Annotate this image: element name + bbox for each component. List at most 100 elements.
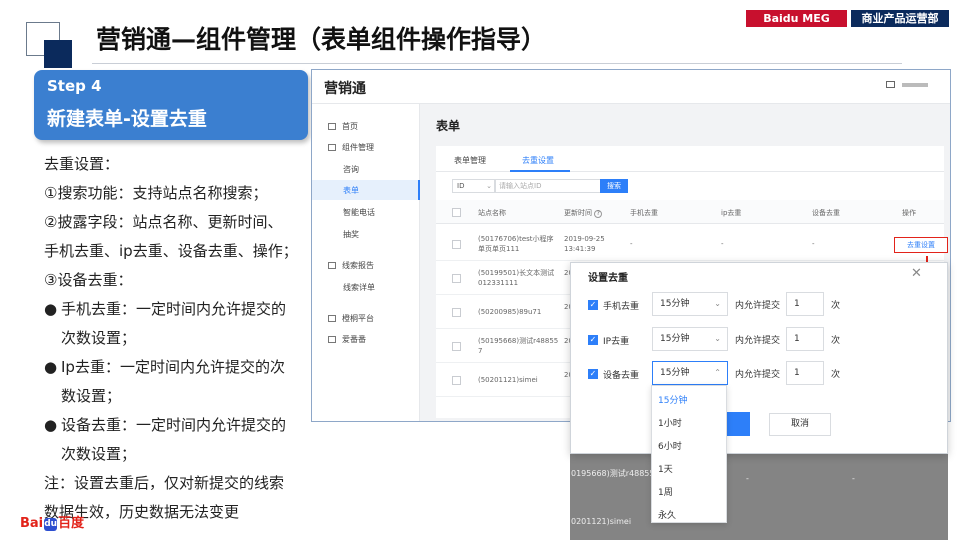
page-title: 表单 <box>436 119 461 133</box>
sidebar-label: 首页 <box>342 122 358 131</box>
phone-dedup-checkbox[interactable]: ✓ <box>588 300 598 310</box>
row-checkbox[interactable] <box>452 240 461 249</box>
sidebar-item-lead-detail[interactable]: 线索详单 <box>343 281 375 295</box>
bullet-text: 手机去重：一定时间内允许提交的 <box>61 300 287 318</box>
filter-select[interactable]: ID ⌄ <box>452 179 496 193</box>
allow-text: 内允许提交 <box>735 301 781 311</box>
dedup-setting-link[interactable]: 去重设置 <box>894 237 948 253</box>
dropdown-option[interactable]: 1天 <box>658 462 673 475</box>
allow-text: 内允许提交 <box>735 370 781 380</box>
tab-active-underline <box>510 170 570 172</box>
device-count-input[interactable]: 1 <box>786 361 824 385</box>
chevron-down-icon: ⌄ <box>714 299 721 308</box>
ip-count-input[interactable]: 1 <box>786 327 824 351</box>
mail-icon[interactable] <box>886 81 895 88</box>
cell-site-name: (50195668)测试r48855 <box>478 337 559 345</box>
logo-text: Bai <box>20 516 44 531</box>
phone-count-input[interactable]: 1 <box>786 292 824 316</box>
sidebar-item-home[interactable]: 首页 <box>328 120 358 134</box>
row-checkbox[interactable] <box>452 308 461 317</box>
dropdown-option[interactable]: 1周 <box>658 485 673 498</box>
sidebar-item-aifanfan[interactable]: 爱番番 <box>328 333 366 347</box>
cancel-button[interactable]: 取消 <box>769 413 831 436</box>
desc-note: 数据生效，历史数据无法变更 <box>44 503 240 521</box>
strip-cell: 0195668)测试r48855 <box>571 469 655 478</box>
sidebar-item-lead-report[interactable]: 线索报告 <box>328 259 374 273</box>
sidebar-item-smart-phone[interactable]: 智能电话 <box>343 206 375 220</box>
chevron-up-icon: ⌃ <box>714 368 721 377</box>
ip-dedup-label: IP去重 <box>603 337 630 347</box>
sidebar-label: 组件管理 <box>342 143 374 152</box>
dialog-title: 设置去重 <box>588 273 628 284</box>
sidebar-active-indicator <box>312 180 420 200</box>
ip-interval-select[interactable]: 15分钟 ⌄ <box>652 327 728 351</box>
desc-line: ①搜索功能：支持站点名称搜索； <box>44 184 268 202</box>
dropdown-option[interactable]: 6小时 <box>658 439 682 452</box>
user-menu[interactable] <box>902 83 928 87</box>
tab-dedup[interactable]: 去重设置 <box>522 155 554 166</box>
cell-update-time: 2019-09-25 <box>564 235 605 243</box>
dropdown-option[interactable]: 1小时 <box>658 416 682 429</box>
home-icon <box>328 123 336 130</box>
bullet-dot-icon: ● <box>44 358 58 376</box>
tab-form-mgmt[interactable]: 表单管理 <box>454 155 486 166</box>
row-checkbox[interactable] <box>452 376 461 385</box>
cell-site-name: (50200985)89u71 <box>478 308 542 316</box>
step-number: Step 4 <box>47 77 102 95</box>
baidu-meg-tag: Baidu MEG <box>746 10 847 27</box>
interval-dropdown: 15分钟 1小时 6小时 1天 1周 永久 <box>651 385 727 523</box>
sidebar-item-component-mgmt[interactable]: 组件管理 <box>328 141 374 155</box>
phone-dedup-label: 手机去重 <box>603 302 640 312</box>
logo-text-cn: 百度 <box>58 516 85 531</box>
select-value: 15分钟 <box>660 368 690 378</box>
strip-cell: 0201121)simei <box>571 517 632 526</box>
bullet-dot-icon: ● <box>44 300 58 318</box>
strip-cell: - <box>852 474 855 483</box>
baidu-logo: Baidu百度 <box>20 512 84 531</box>
desc-bullet: ● 设备去重：一定时间内允许提交的 <box>44 411 314 440</box>
bullet-text: 设备去重：一定时间内允许提交的 <box>61 416 287 434</box>
cell-site-name: 012331111 <box>478 279 519 287</box>
cell-update-time: 13:41:39 <box>564 245 596 253</box>
col-site-name: 站点名称 <box>478 209 506 217</box>
dedup-dialog: 设置去重 ✕ ✓ 手机去重 15分钟 ⌄ 内允许提交 1 次 ✓ IP去重 15分… <box>570 262 948 454</box>
slide-title: 营销通—组件管理（表单组件操作指导） <box>96 25 547 54</box>
report-icon <box>328 262 336 269</box>
sidebar: 首页 组件管理 咨询 表单 智能电话 抽奖 线索报告 线索详单 橙桐平台 爱番番 <box>312 104 420 421</box>
help-icon[interactable]: ? <box>594 210 603 218</box>
allow-text: 内允许提交 <box>735 336 781 346</box>
close-icon[interactable]: ✕ <box>911 266 922 281</box>
sidebar-item-form[interactable]: 表单 <box>343 184 359 198</box>
aifanfan-icon <box>328 336 336 343</box>
desc-bullet-cont: 次数设置； <box>61 329 137 347</box>
cell-device-dedup: - <box>812 240 815 248</box>
paw-icon: du <box>44 518 58 531</box>
component-icon <box>328 144 336 151</box>
bullet-text: Ip去重：一定时间内允许提交的次 <box>61 358 285 376</box>
department-tag: 商业产品运营部 <box>851 10 949 27</box>
cell-site-name: 7 <box>478 347 483 355</box>
dropdown-option[interactable]: 15分钟 <box>658 393 687 406</box>
phone-interval-select[interactable]: 15分钟 ⌄ <box>652 292 728 316</box>
row-checkbox[interactable] <box>452 274 461 283</box>
select-all-checkbox[interactable] <box>452 208 461 217</box>
cell-ip-dedup: - <box>721 240 724 248</box>
ip-dedup-checkbox[interactable]: ✓ <box>588 335 598 345</box>
chevron-down-icon: ⌄ <box>714 334 721 343</box>
col-label: 更新时间 <box>564 209 592 217</box>
unit-text: 次 <box>831 301 841 311</box>
device-dedup-checkbox[interactable]: ✓ <box>588 369 598 379</box>
select-value: 15分钟 <box>660 299 690 309</box>
device-interval-select[interactable]: 15分钟 ⌃ <box>652 361 728 385</box>
app-logo: 营销通 <box>324 81 366 97</box>
sidebar-item-jimu[interactable]: 橙桐平台 <box>328 312 374 326</box>
site-id-input[interactable]: 请输入站点ID <box>494 179 602 193</box>
desc-bullet: ● 手机去重：一定时间内允许提交的 <box>44 295 314 324</box>
sidebar-item-lottery[interactable]: 抽奖 <box>343 228 359 242</box>
unit-text: 次 <box>831 336 841 346</box>
platform-icon <box>328 315 336 322</box>
dropdown-option[interactable]: 永久 <box>658 508 676 521</box>
search-button[interactable]: 搜索 <box>600 179 628 193</box>
row-checkbox[interactable] <box>452 342 461 351</box>
sidebar-item-consult[interactable]: 咨询 <box>343 163 359 177</box>
